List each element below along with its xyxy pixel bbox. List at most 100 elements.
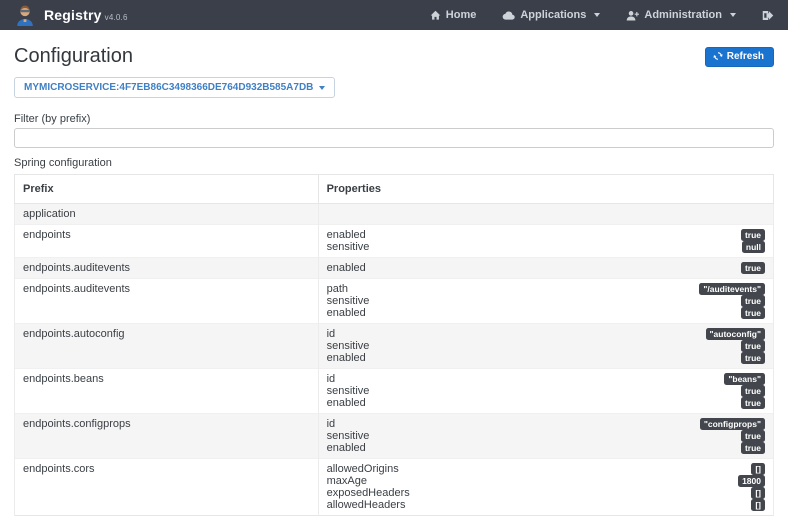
property-line: sensitive null xyxy=(327,241,765,253)
property-line: enabled true xyxy=(327,397,765,409)
property-line: maxAge1800 xyxy=(327,475,765,487)
navbar: Registryv4.0.6 Home Applications Administr… xyxy=(0,0,788,30)
property-value-badge: [] xyxy=(751,487,765,499)
property-value-badge: true xyxy=(741,340,765,352)
prefix-cell: endpoints.beans xyxy=(15,369,319,414)
prefix-cell: application xyxy=(15,204,319,225)
property-name: id xyxy=(327,418,336,430)
property-value-badge: true xyxy=(741,295,765,307)
properties-cell: id "beans" sensitive true enabled true xyxy=(318,369,773,414)
property-name: sensitive xyxy=(327,385,370,397)
property-line: id "beans" xyxy=(327,373,765,385)
property-value-badge: true xyxy=(741,385,765,397)
instance-selector-dropdown[interactable]: MYMICROSERVICE:4F7EB86C3498366DE764D932B… xyxy=(14,77,335,98)
table-row: endpoints.auditevents enabled true xyxy=(15,258,774,279)
table-row: endpoints.autoconfigid"autoconfig"sensit… xyxy=(15,324,774,369)
property-value-badge: true xyxy=(741,307,765,319)
filter-input[interactable] xyxy=(14,128,774,148)
app-title: Registryv4.0.6 xyxy=(44,7,128,23)
property-line: sensitive true xyxy=(327,295,765,307)
nav-item-label: Applications xyxy=(520,9,586,21)
property-name: id xyxy=(327,373,336,385)
property-value-badge: true xyxy=(741,352,765,364)
nav-menu: Home Applications Administration xyxy=(430,9,774,21)
filter-label: Filter (by prefix) xyxy=(14,113,774,125)
property-line: enabled true xyxy=(327,262,765,274)
prefix-cell: endpoints.auditevents xyxy=(15,258,319,279)
table-row: endpoints.corsallowedOrigins[]maxAge1800… xyxy=(15,459,774,516)
property-value-badge: true xyxy=(741,397,765,409)
property-name: sensitive xyxy=(327,295,370,307)
property-value-badge: true xyxy=(741,262,765,274)
properties-cell xyxy=(318,204,773,225)
brand[interactable]: Registryv4.0.6 xyxy=(14,4,128,26)
nav-item-label: Administration xyxy=(644,9,722,21)
prefix-cell: endpoints.autoconfig xyxy=(15,324,319,369)
column-header-prefix: Prefix xyxy=(15,175,319,204)
property-name: enabled xyxy=(327,442,366,454)
properties-cell: allowedOrigins[]maxAge1800exposedHeaders… xyxy=(318,459,773,516)
property-name: sensitive xyxy=(327,430,370,442)
property-line: allowedHeaders[] xyxy=(327,499,765,511)
property-value-badge: "autoconfig" xyxy=(706,328,766,340)
property-name: exposedHeaders xyxy=(327,487,410,499)
table-body: applicationendpointsenabledtruesensitive… xyxy=(15,204,774,516)
nav-item-home[interactable]: Home xyxy=(430,9,477,21)
chevron-down-icon xyxy=(594,13,600,17)
column-header-properties: Properties xyxy=(318,175,773,204)
property-name: allowedHeaders xyxy=(327,499,406,511)
spring-configuration-table: Prefix Properties applicationendpointsen… xyxy=(14,174,774,516)
property-name: enabled xyxy=(327,397,366,409)
property-line: enabled true xyxy=(327,352,765,364)
property-line: id"configprops" xyxy=(327,418,765,430)
property-line: allowedOrigins[] xyxy=(327,463,765,475)
property-line: sensitive true xyxy=(327,340,765,352)
property-value-badge: true xyxy=(741,430,765,442)
page-title: Configuration xyxy=(14,45,133,68)
section-label: Spring configuration xyxy=(14,157,774,169)
sign-out-icon xyxy=(762,10,774,21)
table-row: endpoints.configpropsid"configprops"sens… xyxy=(15,414,774,459)
home-icon xyxy=(430,10,441,21)
property-line: enabledtrue xyxy=(327,229,765,241)
refresh-icon xyxy=(713,51,723,61)
refresh-label: Refresh xyxy=(727,51,764,62)
property-name: id xyxy=(327,328,336,340)
prefix-cell: endpoints.auditevents xyxy=(15,279,319,324)
table-header-row: Prefix Properties xyxy=(15,175,774,204)
properties-cell: path"/auditevents"sensitivetrueenabledtr… xyxy=(318,279,773,324)
property-value-badge: true xyxy=(741,229,765,241)
user-plus-icon xyxy=(626,10,639,21)
property-name: allowedOrigins xyxy=(327,463,399,475)
nav-item-applications[interactable]: Applications xyxy=(502,9,600,21)
properties-cell: id "autoconfig" sensitive true enabled true xyxy=(318,324,773,369)
property-line: enabled true xyxy=(327,307,765,319)
property-name: enabled xyxy=(327,307,366,319)
cloud-icon xyxy=(502,10,515,21)
table-row: endpoints enabledtruesensitive null xyxy=(15,225,774,258)
property-name: enabled xyxy=(327,352,366,364)
property-line: enabledtrue xyxy=(327,442,765,454)
property-name: enabled xyxy=(327,262,366,274)
property-name: sensitive xyxy=(327,340,370,352)
chevron-down-icon xyxy=(730,13,736,17)
property-value-badge: "beans" xyxy=(724,373,765,385)
property-value-badge: "/auditevents" xyxy=(699,283,765,295)
prefix-cell: endpoints.configprops xyxy=(15,414,319,459)
app-version: v4.0.6 xyxy=(105,13,128,22)
nav-item-administration[interactable]: Administration xyxy=(626,9,736,21)
prefix-cell: endpoints.cors xyxy=(15,459,319,516)
property-value-badge: null xyxy=(742,241,765,253)
nav-item-signout[interactable] xyxy=(762,10,774,21)
nav-item-label: Home xyxy=(446,9,477,21)
properties-cell: enabled true xyxy=(318,258,773,279)
property-value-badge: 1800 xyxy=(738,475,765,487)
table-row: endpoints.auditeventspath"/auditevents"s… xyxy=(15,279,774,324)
table-row: endpoints.beansid"beans"sensitivetrueena… xyxy=(15,369,774,414)
properties-cell: id"configprops"sensitive trueenabledtrue xyxy=(318,414,773,459)
property-line: sensitive true xyxy=(327,385,765,397)
refresh-button[interactable]: Refresh xyxy=(705,47,774,67)
chevron-down-icon xyxy=(319,86,325,90)
prefix-cell: endpoints xyxy=(15,225,319,258)
property-name: sensitive xyxy=(327,241,370,253)
